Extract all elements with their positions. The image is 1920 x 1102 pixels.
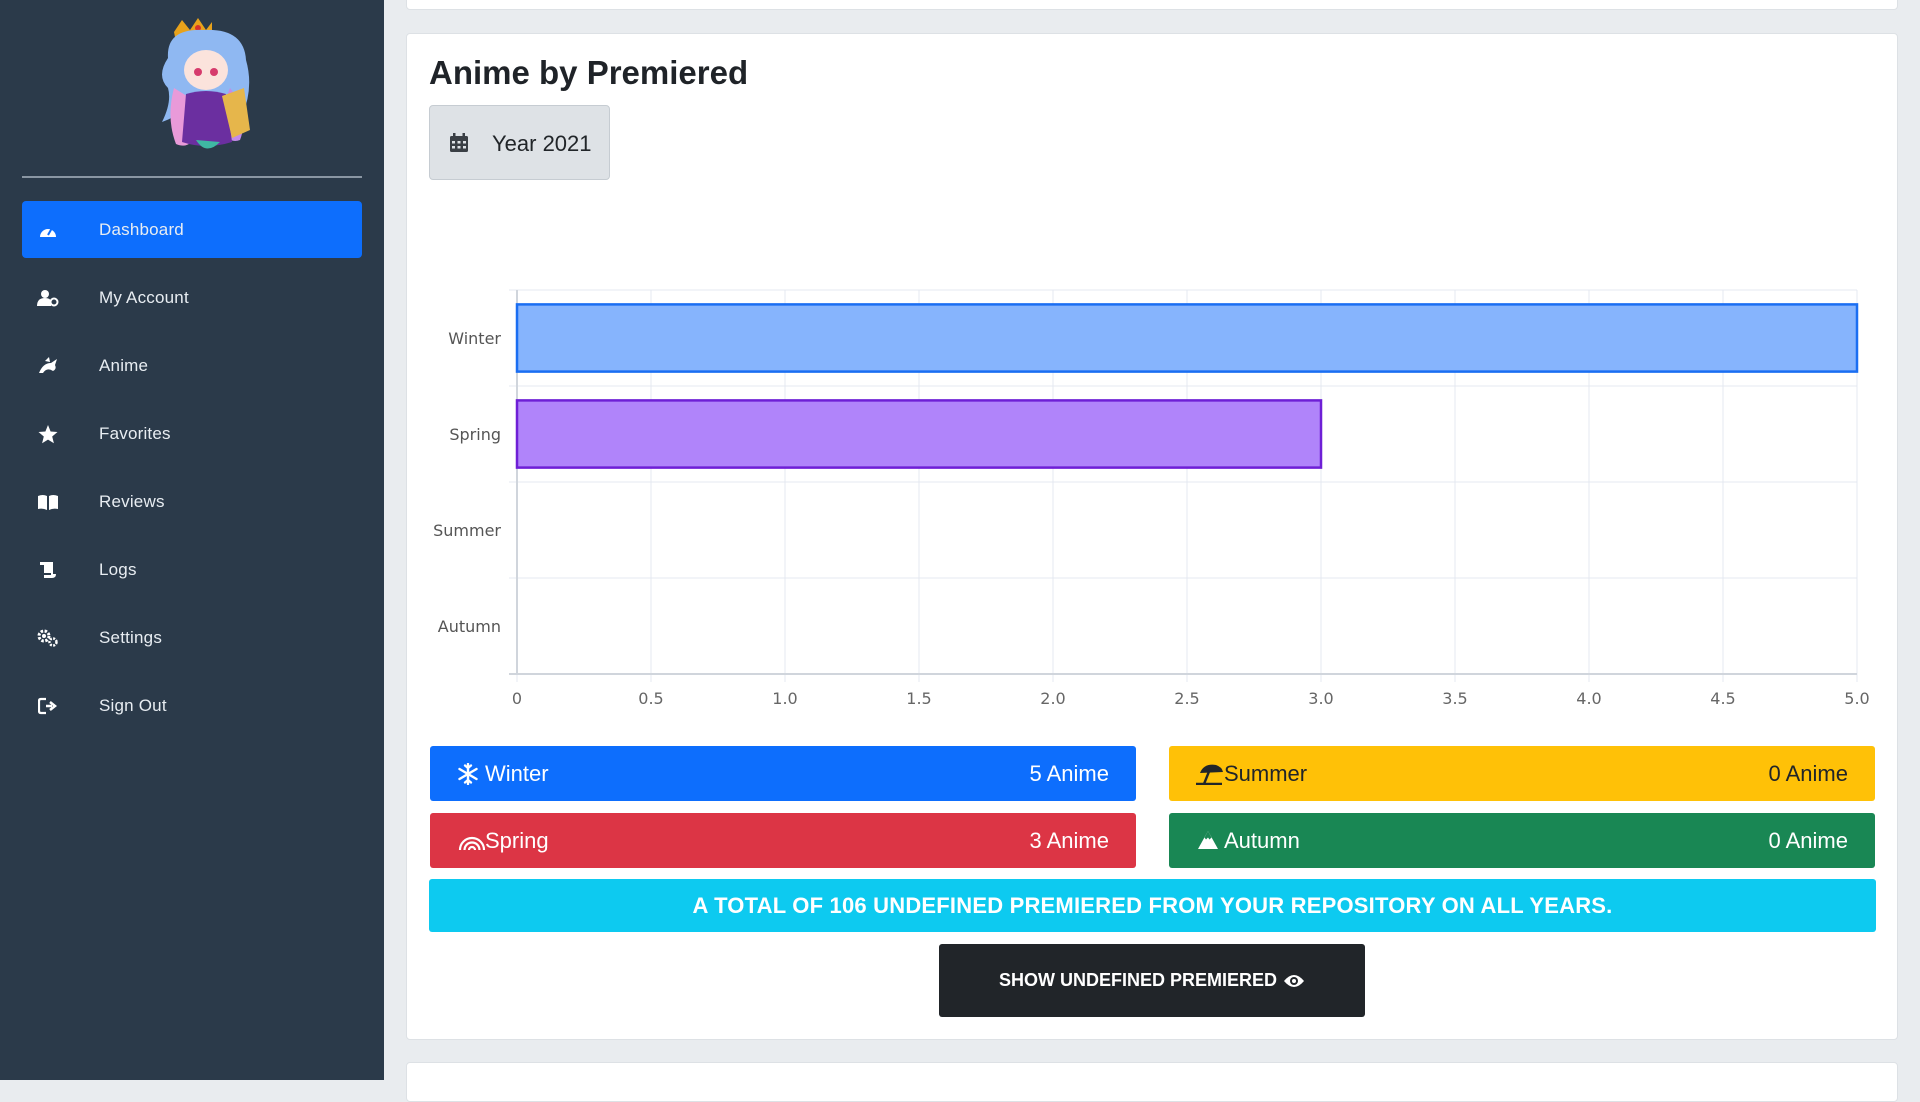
x-tick-label: 1.5 xyxy=(906,689,931,708)
x-tick-label: 3.5 xyxy=(1442,689,1467,708)
sidebar-item-label: My Account xyxy=(99,287,189,307)
summer-season-row[interactable]: Summer 0 Anime xyxy=(1169,746,1875,801)
sidebar-item-label: Settings xyxy=(99,627,163,647)
bar-winter xyxy=(515,303,1859,373)
gears-icon xyxy=(37,627,59,649)
eye-icon xyxy=(1283,973,1305,989)
sidebar-item-label: Logs xyxy=(99,559,137,579)
season-count: 0 Anime xyxy=(1768,761,1849,786)
x-tick-label: 1.0 xyxy=(772,689,797,708)
next-card xyxy=(406,1062,1898,1102)
season-count: 3 Anime xyxy=(1029,828,1110,853)
spring-season-row[interactable]: Spring 3 Anime xyxy=(430,813,1136,868)
winter-season-row[interactable]: Winter 5 Anime xyxy=(430,746,1136,801)
calendar-icon xyxy=(449,133,469,158)
sidebar-item-anime[interactable]: Anime xyxy=(22,337,362,394)
sidebar-item-logs[interactable]: Logs xyxy=(22,541,362,598)
sidebar: Dashboard My Account Anime Favorites Rev… xyxy=(0,0,384,1080)
sidebar-item-reviews[interactable]: Reviews xyxy=(22,473,362,530)
x-tick-label: 0.5 xyxy=(638,689,663,708)
sidebar-item-sign-out[interactable]: Sign Out xyxy=(22,677,362,734)
undefined-total-banner: A TOTAL OF 106 UNDEFINED PREMIERED FROM … xyxy=(429,879,1876,932)
profile-avatar-area xyxy=(22,0,362,178)
sidebar-item-favorites[interactable]: Favorites xyxy=(22,405,362,462)
season-name: Summer xyxy=(1224,761,1308,786)
scroll-icon xyxy=(37,559,59,581)
autumn-season-row[interactable]: Autumn 0 Anime xyxy=(1169,813,1875,868)
sidebar-item-label: Dashboard xyxy=(99,219,184,239)
snowflake-icon xyxy=(458,762,482,787)
dragon-icon xyxy=(37,355,59,377)
x-tick-label: 2.5 xyxy=(1174,689,1199,708)
user-gear-icon xyxy=(37,287,59,309)
y-tick-label: Winter xyxy=(448,329,501,348)
y-tick-label: Spring xyxy=(449,425,501,444)
y-tick-label: Autumn xyxy=(438,617,501,636)
rainbow-icon xyxy=(458,830,486,854)
star-icon xyxy=(37,423,59,445)
x-tick-label: 4.5 xyxy=(1710,689,1735,708)
y-tick-label: Summer xyxy=(433,521,501,540)
sidebar-item-dashboard[interactable]: Dashboard xyxy=(22,201,362,258)
show-undefined-button[interactable]: SHOW UNDEFINED PREMIERED xyxy=(939,944,1365,1017)
sidebar-item-label: Reviews xyxy=(99,491,165,511)
sidebar-nav: Dashboard My Account Anime Favorites Rev… xyxy=(22,201,362,745)
dashboard-icon xyxy=(37,219,59,241)
season-name: Winter xyxy=(485,761,549,786)
sidebar-item-label: Sign Out xyxy=(99,695,167,715)
avatar[interactable] xyxy=(146,18,266,158)
season-count: 5 Anime xyxy=(1029,761,1110,786)
premiered-bar-chart: 0 0.5 1.0 1.5 2.0 2.5 3.0 3.5 4.0 4.5 5.0 Winter Spr… xyxy=(433,289,1870,708)
x-tick-label: 3.0 xyxy=(1308,689,1333,708)
year-select-button[interactable]: Year 2021 xyxy=(429,105,610,180)
book-open-icon xyxy=(37,491,59,513)
sidebar-item-settings[interactable]: Settings xyxy=(22,609,362,666)
x-tick-label: 0 xyxy=(512,689,522,708)
season-name: Spring xyxy=(485,828,549,853)
x-tick-label: 4.0 xyxy=(1576,689,1601,708)
previous-card xyxy=(406,0,1898,10)
umbrella-beach-icon xyxy=(1196,763,1223,787)
x-tick-label: 5.0 xyxy=(1844,689,1869,708)
sidebar-item-label: Anime xyxy=(99,355,149,375)
x-tick-label: 2.0 xyxy=(1040,689,1065,708)
season-name: Autumn xyxy=(1224,828,1300,853)
year-label: Year 2021 xyxy=(492,131,592,156)
mountain-icon xyxy=(1197,830,1221,854)
sign-out-icon xyxy=(37,695,59,717)
season-count: 0 Anime xyxy=(1768,828,1849,853)
sidebar-item-label: Favorites xyxy=(99,423,171,443)
bar-spring xyxy=(515,399,1323,469)
page-title: Anime by Premiered xyxy=(429,54,749,91)
show-undefined-label: SHOW UNDEFINED PREMIERED xyxy=(998,970,1277,990)
premiered-card: Anime by Premiered Year 2021 0 0.5 1.0 1.5 2… xyxy=(406,33,1898,1040)
sidebar-item-my-account[interactable]: My Account xyxy=(22,269,362,326)
